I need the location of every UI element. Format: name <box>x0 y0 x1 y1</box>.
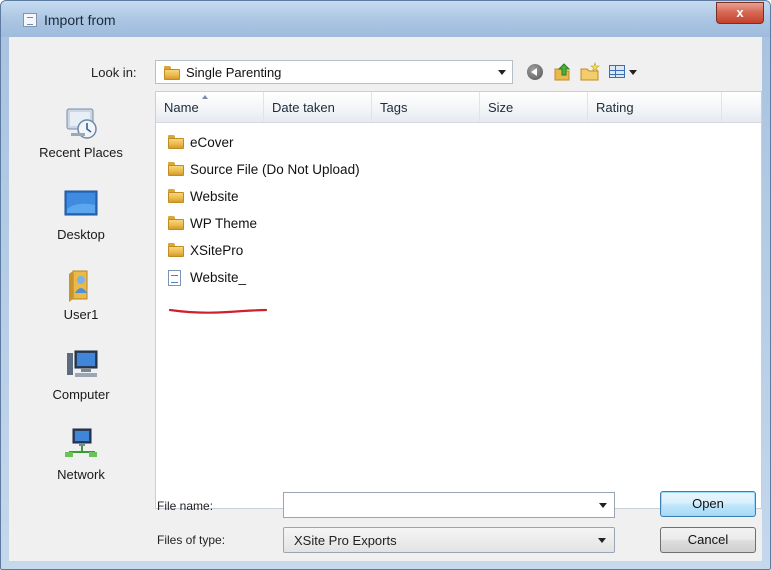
file-name-label: File name: <box>157 499 214 513</box>
chevron-down-icon[interactable] <box>599 503 607 508</box>
place-network[interactable]: Network <box>9 427 153 482</box>
place-recent-places[interactable]: Recent Places <box>9 105 153 160</box>
look-in-dropdown[interactable]: Single Parenting <box>155 60 513 84</box>
look-in-label: Look in: <box>91 65 137 80</box>
place-computer[interactable]: Computer <box>9 347 153 402</box>
red-underline-annotation <box>168 308 268 314</box>
column-rating[interactable]: Rating <box>588 92 722 122</box>
column-label: Rating <box>596 100 634 115</box>
place-label: Desktop <box>57 227 105 242</box>
file-name: XSitePro <box>190 243 244 258</box>
back-icon[interactable] <box>525 61 547 83</box>
import-dialog: Import from x Look in: Single Parenting <box>0 0 771 570</box>
column-date-taken[interactable]: Date taken <box>264 92 372 122</box>
list-item[interactable]: eCover <box>156 129 761 156</box>
document-icon <box>168 270 181 286</box>
look-in-value: Single Parenting <box>186 65 282 80</box>
cancel-button[interactable]: Cancel <box>660 527 756 553</box>
file-name: Website <box>190 189 239 204</box>
column-name[interactable]: Name <box>156 92 264 122</box>
folder-icon <box>168 162 184 176</box>
recent-places-icon <box>61 105 101 141</box>
place-desktop[interactable]: Desktop <box>9 187 153 242</box>
computer-icon <box>61 347 101 383</box>
user-folder-icon <box>61 267 101 303</box>
column-label: Size <box>488 100 514 115</box>
chevron-down-icon <box>498 70 506 75</box>
folder-icon <box>168 243 184 257</box>
dialog-body: Look in: Single Parenting Recent Places … <box>9 37 762 561</box>
views-menu-icon[interactable] <box>607 61 641 83</box>
folder-icon <box>168 216 184 230</box>
place-user1[interactable]: User1 <box>9 267 153 322</box>
place-label: Recent Places <box>39 145 123 160</box>
new-folder-icon[interactable] <box>579 61 601 83</box>
column-tags[interactable]: Tags <box>372 92 480 122</box>
places-bar: Recent Places Desktop User1 Computer Net… <box>9 91 153 509</box>
file-name: WP Theme <box>190 216 258 231</box>
dialog-title: Import from <box>44 12 116 28</box>
column-label: Name <box>164 100 199 115</box>
up-folder-icon[interactable] <box>551 61 573 83</box>
place-label: Network <box>57 467 105 482</box>
file-name: Source File (Do Not Upload) <box>190 162 360 177</box>
place-label: Computer <box>52 387 110 402</box>
open-button[interactable]: Open <box>660 491 756 517</box>
dialog-app-icon <box>23 13 37 27</box>
file-rows: eCover Source File (Do Not Upload) Websi… <box>156 129 761 314</box>
list-item[interactable]: Source File (Do Not Upload) <box>156 156 761 183</box>
file-type-dropdown[interactable]: XSite Pro Exports <box>283 527 615 553</box>
column-label: Tags <box>380 100 408 115</box>
list-item[interactable]: WP Theme <box>156 210 761 237</box>
list-item[interactable]: XSitePro <box>156 237 761 264</box>
desktop-icon <box>61 187 101 223</box>
file-list[interactable]: Name Date taken Tags Size Rating eCover … <box>155 91 762 509</box>
file-type-label: Files of type: <box>157 533 226 547</box>
column-size[interactable]: Size <box>480 92 588 122</box>
close-button[interactable]: x <box>716 2 764 24</box>
title-bar[interactable]: Import from x <box>1 1 770 37</box>
folder-icon <box>168 189 184 203</box>
column-label: Date taken <box>272 100 335 115</box>
folder-icon <box>168 135 184 149</box>
file-type-value: XSite Pro Exports <box>294 533 397 548</box>
list-item[interactable]: Website_ <box>156 264 761 291</box>
network-icon <box>61 427 101 463</box>
column-header-bar: Name Date taken Tags Size Rating <box>156 92 761 123</box>
file-name-input[interactable] <box>283 492 615 518</box>
chevron-down-icon <box>598 538 606 543</box>
file-name: Website_ <box>190 270 247 285</box>
place-label: User1 <box>63 307 99 322</box>
close-icon: x <box>736 5 744 20</box>
sort-ascending-icon <box>202 95 208 99</box>
folder-icon <box>164 66 180 80</box>
file-name: eCover <box>190 135 234 150</box>
list-item[interactable]: Website <box>156 183 761 210</box>
